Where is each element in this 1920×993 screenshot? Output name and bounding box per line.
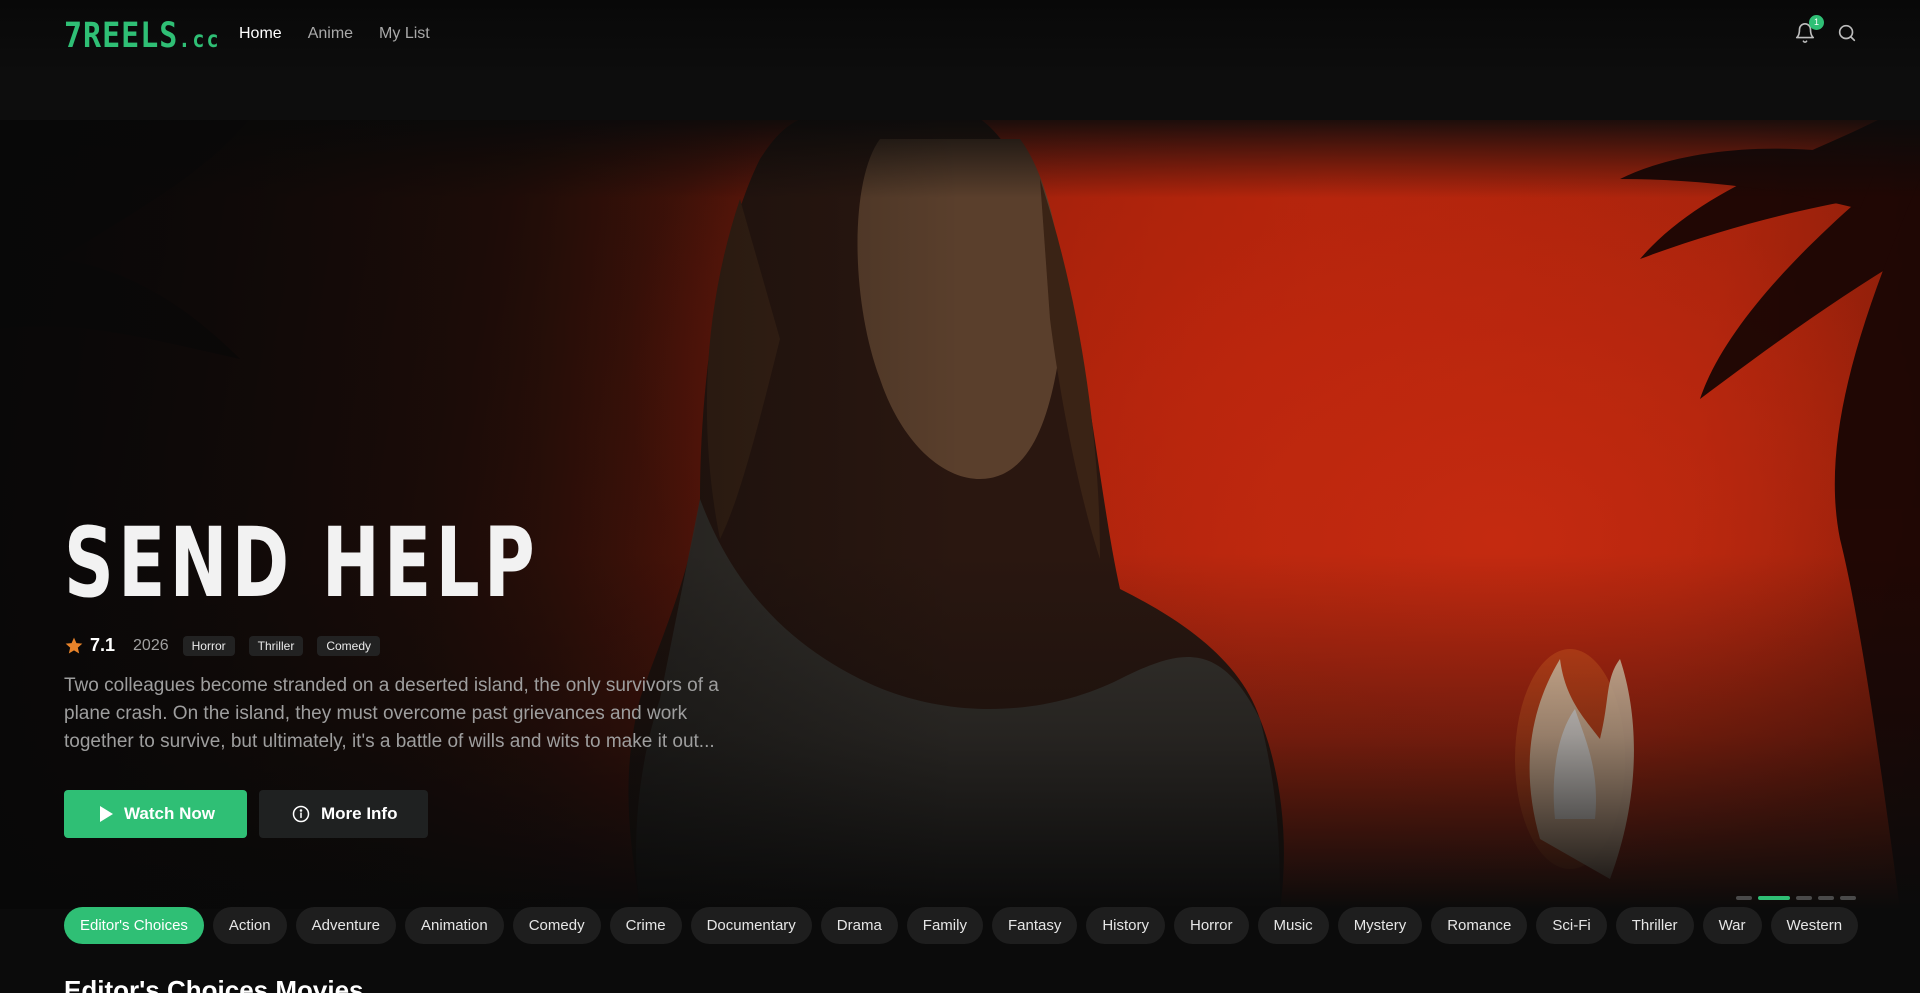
hero-rating: 7.1 [64, 635, 115, 656]
genre-filter-bar: Editor's Choices Action Adventure Animat… [64, 907, 1859, 944]
carousel-indicators [1736, 896, 1856, 900]
more-info-button[interactable]: More Info [258, 790, 429, 838]
genre-chip-animation[interactable]: Animation [405, 907, 504, 944]
logo-text: 7REELS [64, 16, 179, 57]
genre-chip-fantasy[interactable]: Fantasy [991, 907, 1078, 944]
carousel-dot[interactable] [1818, 896, 1834, 900]
genre-chip-action[interactable]: Action [212, 907, 287, 944]
carousel-dot[interactable] [1736, 896, 1752, 900]
watch-now-button[interactable]: Watch Now [64, 790, 247, 838]
search-button[interactable] [1836, 22, 1858, 44]
carousel-dot[interactable] [1796, 896, 1812, 900]
genre-tag: Thriller [248, 635, 304, 656]
genre-chip-editors-choices[interactable]: Editor's Choices [64, 907, 204, 944]
genre-chip-comedy[interactable]: Comedy [512, 907, 601, 944]
nav-link-my-list[interactable]: My List [379, 25, 430, 43]
logo-tld: .cc [178, 25, 221, 53]
genre-chip-crime[interactable]: Crime [609, 907, 682, 944]
section-title: Editor's Choices Movies [64, 975, 364, 993]
nav-links: Home Anime My List [239, 25, 430, 43]
notification-badge: 1 [1809, 15, 1824, 30]
play-icon [100, 806, 113, 822]
hero-content: SEND HELP 7.1 2026 Horror Thriller Comed… [64, 515, 764, 838]
nav-link-home[interactable]: Home [239, 25, 282, 43]
hero-year: 2026 [133, 636, 169, 654]
genre-chip-thriller[interactable]: Thriller [1615, 907, 1694, 944]
carousel-dot-active[interactable] [1758, 896, 1790, 900]
genre-chip-mystery[interactable]: Mystery [1337, 907, 1423, 944]
genre-chip-music[interactable]: Music [1257, 907, 1329, 944]
hero-title: SEND HELP [64, 507, 539, 619]
genre-tag: Comedy [317, 635, 380, 656]
more-info-label: More Info [320, 804, 398, 823]
genre-chip-documentary[interactable]: Documentary [690, 907, 812, 944]
hero-meta: 7.1 2026 Horror Thriller Comedy [64, 635, 764, 656]
genre-chip-horror[interactable]: Horror [1174, 907, 1249, 944]
genre-chip-sci-fi[interactable]: Sci-Fi [1536, 907, 1607, 944]
genre-tag: Horror [182, 635, 235, 656]
nav-actions: 1 [1794, 15, 1858, 44]
page: 7REELS.cc Home Anime My List 1 SEND HELP [0, 0, 1920, 993]
genre-chip-romance[interactable]: Romance [1431, 907, 1528, 944]
star-icon [65, 637, 83, 653]
carousel-dot[interactable] [1840, 896, 1856, 900]
info-icon [292, 805, 310, 823]
notifications-button[interactable]: 1 [1794, 15, 1824, 44]
rating-value: 7.1 [90, 635, 116, 655]
hero-description: Two colleagues become stranded on a dese… [64, 675, 719, 752]
genre-chip-war[interactable]: War [1702, 907, 1762, 944]
genre-chip-western[interactable]: Western [1770, 907, 1859, 944]
hero-actions: Watch Now More Info [64, 790, 764, 838]
genre-chip-family[interactable]: Family [906, 907, 983, 944]
watch-now-label: Watch Now [124, 804, 215, 823]
nav-link-anime[interactable]: Anime [308, 25, 353, 43]
genre-chip-drama[interactable]: Drama [820, 907, 898, 944]
genre-chip-adventure[interactable]: Adventure [295, 907, 397, 944]
search-icon [1838, 24, 1856, 42]
genre-chip-history[interactable]: History [1086, 907, 1165, 944]
top-navbar: 7REELS.cc Home Anime My List 1 [0, 0, 1920, 120]
site-logo[interactable]: 7REELS.cc [64, 16, 221, 56]
